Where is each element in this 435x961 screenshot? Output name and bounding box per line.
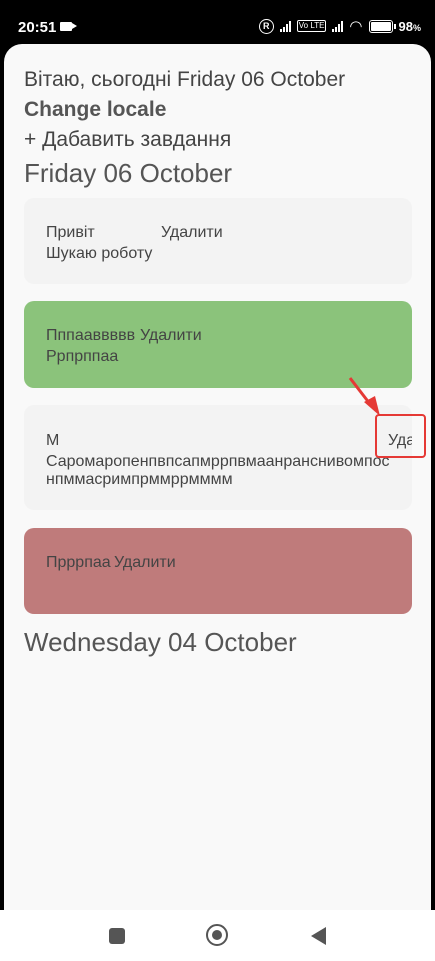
task-card[interactable]: Прррпаа Удалити <box>24 528 412 614</box>
status-time: 20:51 <box>18 19 57 36</box>
recents-button[interactable] <box>109 928 125 944</box>
battery-icon <box>368 19 396 33</box>
volte-icon: Vo LTE <box>296 20 327 32</box>
battery-percent: 98% <box>398 18 421 34</box>
task-description: Саромаропенпвпсапмррпвмаанранснивомпоснп… <box>46 453 390 488</box>
signal-icon-2 <box>332 20 344 32</box>
video-camera-icon <box>60 22 77 31</box>
delete-task-button[interactable]: Удалити <box>161 224 223 242</box>
task-title: Прррпаа <box>46 554 111 571</box>
task-description: Шукаю роботу <box>46 245 153 262</box>
greeting-text: Вітаю, сьогодні Friday 06 October <box>24 68 346 91</box>
registered-icon: R <box>258 18 274 34</box>
annotation-arrow-icon <box>348 377 380 416</box>
task-title: Привіт <box>46 224 95 241</box>
task-description: Ррпрппаа <box>46 348 119 365</box>
navigation-bar <box>0 910 435 961</box>
signal-icon <box>279 20 291 32</box>
wifi-icon: ◠ <box>349 18 363 35</box>
app-screen: Вітаю, сьогодні Friday 06 October Change… <box>4 44 431 910</box>
add-task-button[interactable]: + Дабавить завдання <box>24 128 231 152</box>
task-card[interactable]: Привіт Удалити Шукаю роботу <box>24 198 412 284</box>
status-bar: 20:51 R Vo LTE ◠ 98% <box>0 0 435 44</box>
section-date: Friday 06 October <box>24 158 233 188</box>
back-button[interactable] <box>311 927 326 945</box>
status-icons: R Vo LTE ◠ 98% <box>258 17 421 35</box>
home-button[interactable] <box>206 924 228 946</box>
change-locale-button[interactable]: Change locale <box>24 98 166 122</box>
section-date: Wednesday 04 October <box>24 627 297 657</box>
task-title: М <box>46 432 60 449</box>
delete-task-button[interactable]: Удалити <box>140 327 202 345</box>
delete-task-button[interactable]: Удалити <box>114 554 176 572</box>
task-title: Пппааввввв <box>46 327 136 344</box>
